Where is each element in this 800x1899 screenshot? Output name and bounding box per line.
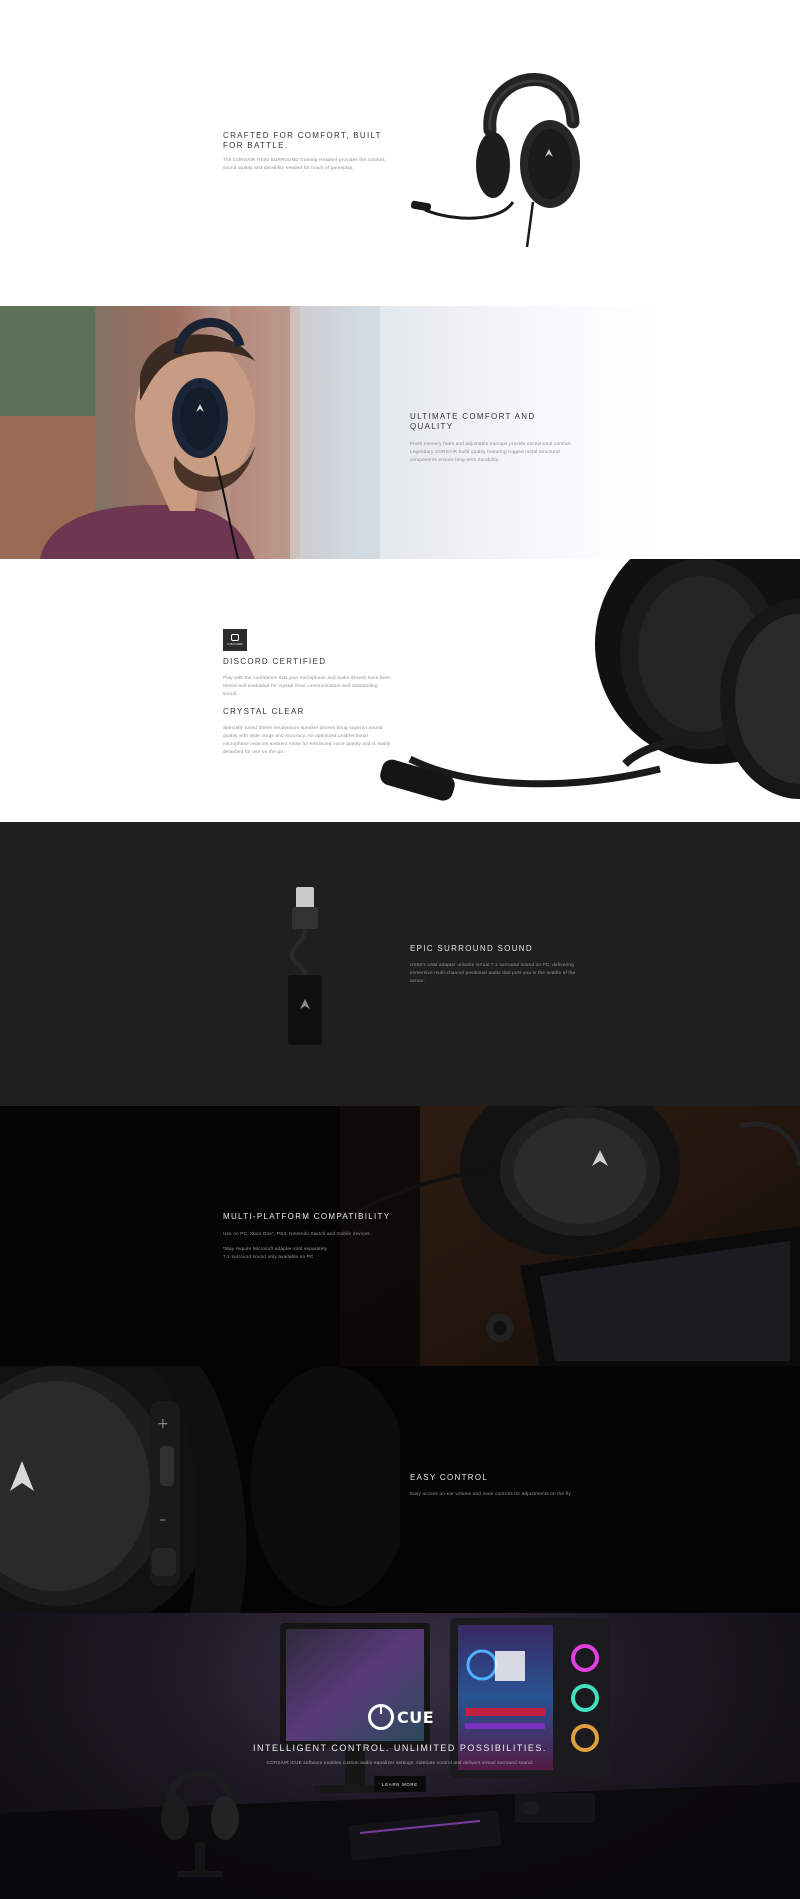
platform-title: MULTI-PLATFORM COMPATIBILITY bbox=[223, 1212, 391, 1221]
icue-title: INTELLIGENT CONTROL. UNLIMITED POSSIBILI… bbox=[253, 1743, 547, 1753]
platform-note-2: 7.1 surround sound only available on PC bbox=[223, 1253, 314, 1259]
comfort-text-block: ULTIMATE COMFORT AND QUALITY Plush memor… bbox=[410, 412, 575, 463]
surround-text-block: EPIC SURROUND SOUND HS60's USB adapter u… bbox=[410, 944, 580, 984]
learn-more-button[interactable]: LEARN MORE bbox=[374, 1776, 426, 1792]
svg-text:–: – bbox=[159, 1512, 166, 1528]
section-crafted: CRAFTED FOR COMFORT, BUILT FOR BATTLE. T… bbox=[0, 0, 800, 306]
comfort-title: ULTIMATE COMFORT AND QUALITY bbox=[410, 412, 536, 431]
crafted-text-block: CRAFTED FOR COMFORT, BUILT FOR BATTLE. T… bbox=[223, 131, 388, 172]
section-platform: MULTI-PLATFORM COMPATIBILITY Use on PC, … bbox=[0, 1106, 800, 1366]
crafted-body: The CORSAIR HS60 SURROUND Gaming Headset… bbox=[223, 157, 387, 170]
icue-logo: CUE bbox=[368, 1704, 434, 1730]
icue-body: CORSAIR iCUE software enables custom aud… bbox=[266, 1760, 534, 1766]
control-text-block: EASY CONTROL Easy access on-ear volume a… bbox=[410, 1473, 580, 1498]
svg-text:+: + bbox=[157, 1416, 169, 1432]
surround-title: EPIC SURROUND SOUND bbox=[410, 944, 533, 953]
section-comfort: ULTIMATE COMFORT AND QUALITY Plush memor… bbox=[0, 306, 800, 559]
headset-closeup-image bbox=[380, 559, 800, 801]
platform-note-1: *May require Microsoft adapter sold sepa… bbox=[223, 1245, 328, 1251]
crystal-body: Specially tuned 50mm neodymium speaker d… bbox=[223, 725, 391, 754]
crafted-title: CRAFTED FOR COMFORT, BUILT FOR BATTLE. bbox=[223, 131, 382, 150]
section-surround: EPIC SURROUND SOUND HS60's USB adapter u… bbox=[0, 822, 800, 1106]
icue-text-block: INTELLIGENT CONTROL. UNLIMITED POSSIBILI… bbox=[200, 1743, 600, 1767]
discord-title: DISCORD CERTIFIED bbox=[223, 657, 327, 666]
discord-text-block: DISCORD DISCORD CERTIFIED Play with the … bbox=[223, 629, 393, 756]
platform-text-block: MULTI-PLATFORM COMPATIBILITY Use on PC, … bbox=[223, 1212, 403, 1260]
surround-body: HS60's USB adapter unlocks virtual 7.1 s… bbox=[410, 962, 576, 983]
section-control: + – EASY CONTROL Easy access on-ear volu… bbox=[0, 1366, 800, 1613]
icue-power-icon bbox=[368, 1704, 394, 1730]
control-body: Easy access on-ear volume and mute contr… bbox=[410, 1491, 572, 1496]
section-discord: DISCORD DISCORD CERTIFIED Play with the … bbox=[0, 559, 800, 822]
earcup-controls-photo: + – bbox=[0, 1366, 400, 1613]
discord-body: Play with the confidence that your micro… bbox=[223, 675, 391, 696]
section-icue: CUE INTELLIGENT CONTROL. UNLIMITED POSSI… bbox=[0, 1613, 800, 1899]
usb-adapter-image bbox=[288, 887, 322, 1045]
platform-body: Use on PC, Xbox One*, PS4, Nintendo Swit… bbox=[223, 1231, 372, 1236]
crystal-title: CRYSTAL CLEAR bbox=[223, 707, 305, 717]
discord-badge-icon: DISCORD bbox=[223, 629, 247, 651]
comfort-body: Plush memory foam and adjustable earcups… bbox=[410, 441, 573, 462]
headset-product-image bbox=[410, 73, 580, 248]
control-title: EASY CONTROL bbox=[410, 1473, 489, 1482]
